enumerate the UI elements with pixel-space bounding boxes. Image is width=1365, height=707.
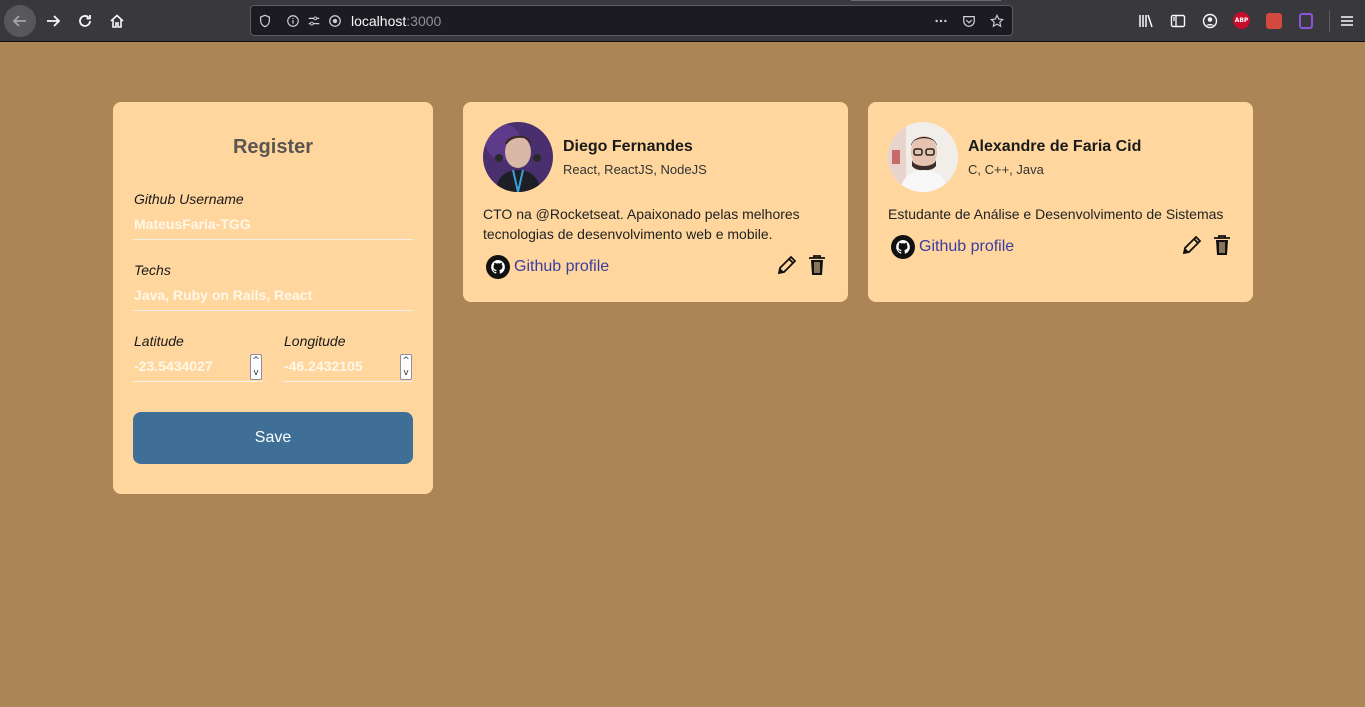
browser-toolbar: localhost:3000 ABP	[0, 0, 1365, 42]
github-icon	[891, 235, 915, 259]
shield-icon[interactable]	[257, 13, 273, 29]
menu-icon[interactable]	[1338, 12, 1356, 30]
more-icon[interactable]	[933, 13, 949, 29]
sidebar-icon[interactable]	[1169, 12, 1187, 30]
dev-techs: C, C++, Java	[968, 162, 1044, 177]
dev-name: Diego Fernandes	[563, 138, 693, 155]
toolbar-separator	[1329, 10, 1330, 32]
github-profile-label[interactable]: Github profile	[919, 238, 1014, 256]
latitude-stepper[interactable]: ^ v	[250, 354, 262, 380]
url-host: localhost	[351, 13, 407, 29]
url-text[interactable]: localhost:3000	[351, 13, 441, 29]
pencil-icon[interactable]	[1181, 234, 1203, 256]
register-title: Register	[232, 136, 314, 158]
reload-icon	[79, 15, 91, 27]
adblock-icon[interactable]: ABP	[1233, 12, 1250, 29]
pencil-icon[interactable]	[776, 254, 798, 276]
pocket-icon[interactable]	[961, 13, 977, 29]
bookmark-star-icon[interactable]	[989, 13, 1005, 29]
chevron-up-icon[interactable]: ^	[401, 355, 411, 367]
techs-input[interactable]: Java, Ruby on Rails, React	[134, 287, 312, 303]
github-username-underline	[133, 239, 413, 240]
github-username-input[interactable]: MateusFaria-TGG	[134, 216, 251, 232]
trash-icon[interactable]	[806, 254, 828, 276]
library-icon[interactable]	[1137, 12, 1155, 30]
chevron-up-icon[interactable]: ^	[251, 355, 261, 367]
latitude-label: Latitude	[134, 333, 184, 349]
info-icon[interactable]	[285, 13, 301, 29]
techs-underline	[133, 310, 413, 311]
dev-bio: CTO na @Rocketseat. Apaixonado pelas mel…	[483, 206, 800, 242]
chevron-down-icon[interactable]: v	[401, 367, 411, 379]
account-icon[interactable]	[1201, 12, 1219, 30]
github-username-label: Github Username	[134, 191, 244, 207]
dev-card: Diego Fernandes React, ReactJS, NodeJS C…	[463, 102, 848, 302]
longitude-input[interactable]: -46.2432105	[284, 358, 363, 374]
latitude-underline	[133, 381, 263, 382]
reload-button[interactable]	[69, 5, 101, 37]
extension-icon[interactable]	[1265, 12, 1283, 30]
permissions-icon[interactable]	[306, 13, 322, 29]
trash-icon[interactable]	[1211, 234, 1233, 256]
save-button[interactable]: Save	[133, 412, 413, 464]
back-icon	[12, 15, 26, 27]
tab-indicator	[851, 0, 1001, 1]
github-profile-link[interactable]: Github profile	[486, 255, 609, 279]
forward-button[interactable]	[37, 5, 69, 37]
home-button[interactable]	[101, 5, 133, 37]
site-icon	[327, 13, 343, 29]
github-profile-link[interactable]: Github profile	[891, 235, 1014, 259]
techs-label: Techs	[134, 262, 171, 278]
url-bar[interactable]: localhost:3000	[250, 5, 1013, 36]
longitude-label: Longitude	[284, 333, 346, 349]
url-port: :3000	[406, 13, 442, 29]
extension-icon[interactable]	[1297, 12, 1315, 30]
avatar	[483, 122, 553, 192]
avatar	[888, 122, 958, 192]
longitude-stepper[interactable]: ^ v	[400, 354, 412, 380]
github-profile-label[interactable]: Github profile	[514, 258, 609, 276]
register-card: Register Github Username MateusFaria-TGG…	[113, 102, 433, 494]
dev-techs: React, ReactJS, NodeJS	[563, 162, 707, 177]
dev-bio: Estudante de Análise e Desenvolvimento d…	[888, 206, 1224, 222]
dev-name: Alexandre de Faria Cid	[968, 138, 1142, 155]
home-icon	[110, 14, 124, 28]
back-button[interactable]	[4, 5, 36, 37]
github-icon	[486, 255, 510, 279]
forward-icon	[47, 15, 61, 27]
chevron-down-icon[interactable]: v	[251, 367, 261, 379]
dev-card: Alexandre de Faria Cid C, C++, Java Estu…	[868, 102, 1253, 302]
latitude-input[interactable]: -23.5434027	[134, 358, 213, 374]
longitude-underline	[283, 381, 413, 382]
